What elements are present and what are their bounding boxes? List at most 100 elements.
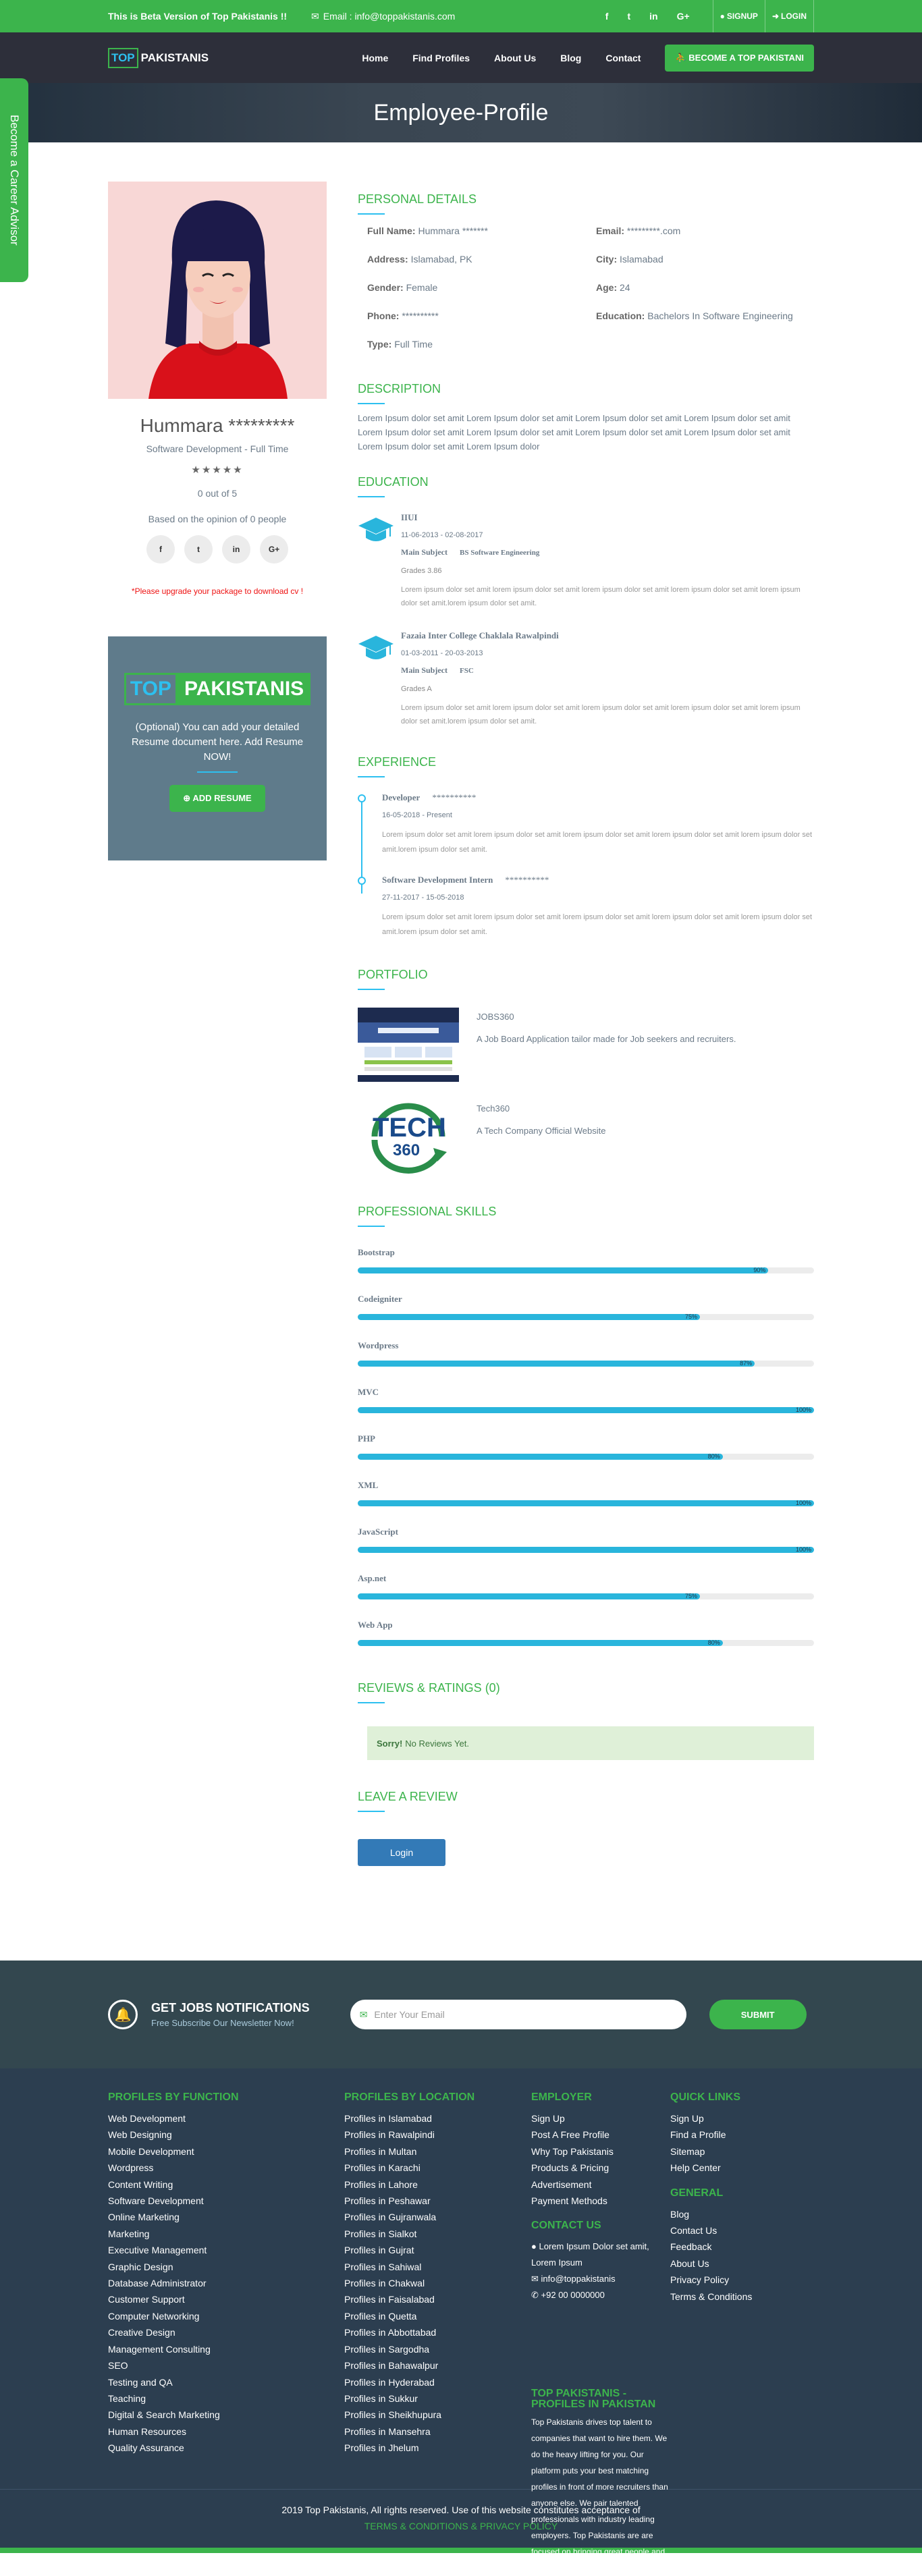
review-login-button[interactable]: Login (358, 1839, 445, 1866)
newsletter-email-input[interactable]: ✉ Enter Your Email (350, 2000, 686, 2029)
footer-quick-link[interactable]: Sign Up (670, 2110, 814, 2127)
google-plus-icon[interactable]: G+ (260, 535, 288, 564)
footer-function-link[interactable]: Software Development (108, 2193, 344, 2209)
footer-function-link[interactable]: Graphic Design (108, 2259, 344, 2275)
twitter-icon[interactable]: t (627, 11, 630, 22)
nav-contact[interactable]: Contact (605, 53, 641, 63)
footer-function-link[interactable]: Testing and QA (108, 2374, 344, 2390)
footer-contact: ● Lorem Ipsum Dolor set amit, Lorem Ipsu… (531, 2239, 670, 2303)
footer-location-link[interactable]: Profiles in Gujrat (344, 2242, 531, 2258)
footer-location-link[interactable]: Profiles in Bahawalpur (344, 2357, 531, 2374)
linkedin-icon[interactable]: in (222, 535, 250, 564)
site-logo[interactable]: TOP PAKISTANIS (108, 47, 211, 68)
portfolio-item[interactable]: TECH 360 Tech360 A Tech Company Official… (358, 1099, 814, 1174)
portfolio-item[interactable]: JOBS360 A Job Board Application tailor m… (358, 1008, 814, 1082)
footer-function-link[interactable]: Teaching (108, 2390, 344, 2407)
google-plus-icon[interactable]: G+ (677, 11, 690, 22)
user-icon: ● (720, 11, 725, 21)
add-resume-button[interactable]: ⊕ ADD RESUME (169, 785, 265, 812)
footer-location-link[interactable]: Profiles in Mansehra (344, 2423, 531, 2440)
footer-location-link[interactable]: Profiles in Faisalabad (344, 2291, 531, 2307)
footer-function-link[interactable]: Executive Management (108, 2242, 344, 2258)
footer-location-link[interactable]: Profiles in Abbottabad (344, 2324, 531, 2340)
footer-quick-link[interactable]: Find a Profile (670, 2127, 814, 2143)
footer-location-link[interactable]: Profiles in Rawalpindi (344, 2127, 531, 2143)
experience-description: Lorem ipsum dolor set amit lorem ipsum d… (382, 913, 812, 936)
footer-location-link[interactable]: Profiles in Sukkur (344, 2390, 531, 2407)
footer-function-link[interactable]: Marketing (108, 2226, 344, 2242)
footer-location-link[interactable]: Profiles in Sheikhupura (344, 2407, 531, 2423)
nav-blog[interactable]: Blog (560, 53, 581, 63)
footer-location-link[interactable]: Profiles in Islamabad (344, 2110, 531, 2127)
footer-location-link[interactable]: Profiles in Lahore (344, 2176, 531, 2193)
become-top-pakistani-button[interactable]: ⛹ BECOME A TOP PAKISTANI (665, 44, 814, 72)
experience-date: 27-11-2017 - 15-05-2018 (382, 894, 464, 902)
nav-about-us[interactable]: About Us (494, 53, 536, 63)
footer-general-link[interactable]: Terms & Conditions (670, 2289, 814, 2305)
newsletter-section: 🔔 GET JOBS NOTIFICATIONS Free Subscribe … (0, 1961, 922, 2068)
tech360-logo-number: 360 (393, 1141, 421, 1159)
footer-employer-link[interactable]: Advertisement (531, 2176, 670, 2193)
login-link[interactable]: ➜ LOGIN (764, 0, 814, 32)
footer-function-link[interactable]: Quality Assurance (108, 2440, 344, 2456)
footer-location-link[interactable]: Profiles in Quetta (344, 2308, 531, 2324)
top-bar: This is Beta Version of Top Pakistanis !… (0, 0, 922, 32)
education-institution: IIUI (401, 512, 418, 522)
footer-employer-link[interactable]: Sign Up (531, 2110, 670, 2127)
footer-function-link[interactable]: Management Consulting (108, 2341, 344, 2357)
footer-location-link[interactable]: Profiles in Hyderabad (344, 2374, 531, 2390)
skill-item: Wordpress 87% (358, 1340, 814, 1367)
footer-employer-link[interactable]: Products & Pricing (531, 2160, 670, 2176)
signup-link[interactable]: ● SIGNUP (712, 0, 765, 32)
contact-phone[interactable]: ✆ +92 00 0000000 (531, 2287, 670, 2303)
footer-function-link[interactable]: Computer Networking (108, 2308, 344, 2324)
personal-details-heading: PERSONAL DETAILS (358, 192, 477, 206)
footer-location-link[interactable]: Profiles in Sahiwal (344, 2259, 531, 2275)
footer-function-link[interactable]: Mobile Development (108, 2143, 344, 2160)
footer-general-link[interactable]: About Us (670, 2255, 814, 2272)
footer-general-link[interactable]: Contact Us (670, 2222, 814, 2239)
nav-find-profiles[interactable]: Find Profiles (412, 53, 470, 63)
footer-location-link[interactable]: Profiles in Sialkot (344, 2226, 531, 2242)
footer-location-link[interactable]: Profiles in Gujranwala (344, 2209, 531, 2225)
footer-employer-link[interactable]: Why Top Pakistanis (531, 2143, 670, 2160)
footer-function-link[interactable]: Digital & Search Marketing (108, 2407, 344, 2423)
footer-employer-link[interactable]: Payment Methods (531, 2193, 670, 2209)
footer-function-link[interactable]: SEO (108, 2357, 344, 2374)
education-description: Lorem ipsum dolor set amit lorem ipsum d… (401, 704, 801, 725)
footer-general-link[interactable]: Feedback (670, 2239, 814, 2255)
topbar-email[interactable]: ✉ Email : info@toppakistanis.com (311, 11, 455, 22)
skill-progress-bar: 87% (358, 1360, 814, 1367)
skills-list: Bootstrap 90% Codeigniter 75% Wordpress 87% MV… (358, 1247, 814, 1646)
footer-quick-link[interactable]: Help Center (670, 2160, 814, 2176)
linkedin-icon[interactable]: in (649, 11, 657, 22)
footer-general-link[interactable]: Blog (670, 2206, 814, 2222)
footer-function-link[interactable]: Wordpress (108, 2160, 344, 2176)
footer-employer-link[interactable]: Post A Free Profile (531, 2127, 670, 2143)
footer-quick-link[interactable]: Sitemap (670, 2143, 814, 2160)
facebook-icon[interactable]: f (605, 11, 609, 22)
facebook-icon[interactable]: f (146, 535, 175, 564)
footer-function-link[interactable]: Online Marketing (108, 2209, 344, 2225)
twitter-icon[interactable]: t (184, 535, 213, 564)
footer-function-link[interactable]: Database Administrator (108, 2275, 344, 2291)
footer-function-link[interactable]: Web Development (108, 2110, 344, 2127)
career-advisor-tab[interactable]: Become a Career Advisor (0, 78, 28, 282)
footer-function-link[interactable]: Human Resources (108, 2423, 344, 2440)
contact-email[interactable]: ✉ info@toppakistanis (531, 2271, 670, 2287)
footer-location-link[interactable]: Profiles in Sargodha (344, 2341, 531, 2357)
bell-icon: 🔔 (108, 2000, 138, 2029)
footer-location-link[interactable]: Profiles in Multan (344, 2143, 531, 2160)
footer-location-link[interactable]: Profiles in Jhelum (344, 2440, 531, 2456)
footer-location-link[interactable]: Profiles in Chakwal (344, 2275, 531, 2291)
newsletter-submit-button[interactable]: SUBMIT (709, 2000, 807, 2029)
nav-home[interactable]: Home (362, 53, 388, 63)
footer-location-link[interactable]: Profiles in Karachi (344, 2160, 531, 2176)
footer-function-link[interactable]: Customer Support (108, 2291, 344, 2307)
footer-function-link[interactable]: Content Writing (108, 2176, 344, 2193)
footer-function-link[interactable]: Web Designing (108, 2127, 344, 2143)
footer-function-link[interactable]: Creative Design (108, 2324, 344, 2340)
footer-location-link[interactable]: Profiles in Peshawar (344, 2193, 531, 2209)
terms-link[interactable]: TERMS & CONDITIONS & PRIVACY POLICY (364, 2521, 558, 2531)
footer-general-link[interactable]: Privacy Policy (670, 2272, 814, 2288)
